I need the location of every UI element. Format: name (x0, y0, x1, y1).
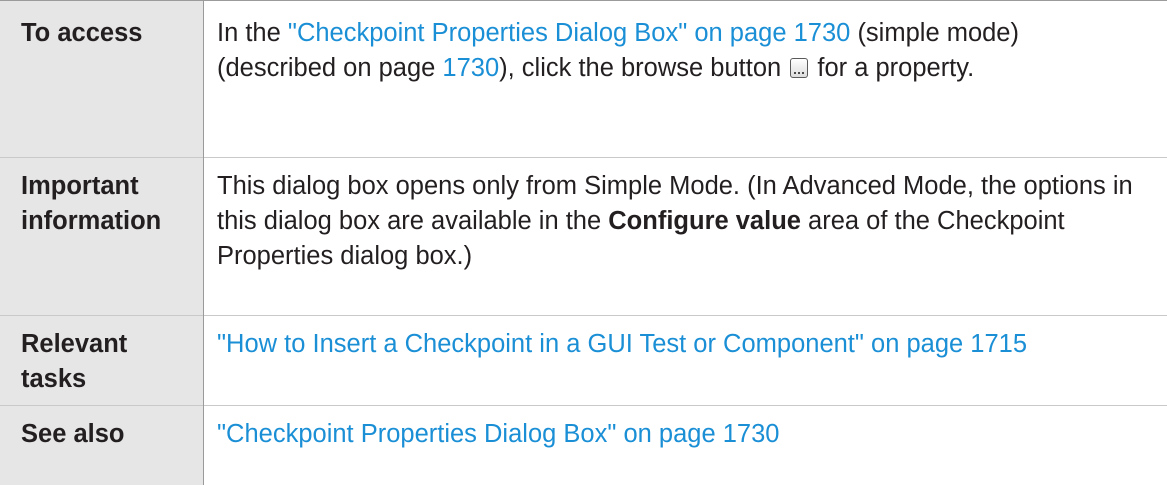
row-description-cell: "Checkpoint Properties Dialog Box" on pa… (204, 406, 1167, 485)
to-access-description: In the "Checkpoint Properties Dialog Box… (204, 1, 1167, 157)
row-label-cell: See also (0, 406, 204, 485)
label-line: Relevant (21, 327, 197, 362)
relevant-tasks-label: Relevant tasks (0, 316, 203, 405)
table-row-see-also: See also "Checkpoint Properties Dialog B… (0, 406, 1167, 485)
to-access-text-4: for a property. (810, 54, 974, 82)
to-access-label: To access (0, 1, 203, 157)
important-information-label: Important information (0, 158, 203, 315)
important-information-description: This dialog box opens only from Simple M… (204, 158, 1167, 315)
relevant-tasks-description: "How to Insert a Checkpoint in a GUI Tes… (204, 316, 1167, 405)
insert-checkpoint-task-link[interactable]: "How to Insert a Checkpoint in a GUI Tes… (217, 330, 1027, 358)
see-also-description: "Checkpoint Properties Dialog Box" on pa… (204, 406, 1167, 485)
table-row-relevant-tasks: Relevant tasks "How to Insert a Checkpoi… (0, 316, 1167, 406)
see-also-label: See also (0, 406, 203, 485)
see-also-checkpoint-properties-link[interactable]: "Checkpoint Properties Dialog Box" on pa… (217, 420, 779, 448)
label-line: information (21, 204, 197, 239)
table-row-to-access: To access In the "Checkpoint Properties … (0, 1, 1167, 158)
row-label-cell: Important information (0, 158, 204, 316)
browse-button-icon (790, 58, 808, 78)
row-label-cell: To access (0, 1, 204, 158)
label-line: Important (21, 169, 197, 204)
page-1730-link[interactable]: 1730 (442, 54, 499, 82)
table-row-important-information: Important information This dialog box op… (0, 158, 1167, 316)
row-description-cell: In the "Checkpoint Properties Dialog Box… (204, 1, 1167, 158)
row-description-cell: This dialog box opens only from Simple M… (204, 158, 1167, 316)
checkpoint-properties-link[interactable]: "Checkpoint Properties Dialog Box" on pa… (288, 19, 850, 47)
row-description-cell: "How to Insert a Checkpoint in a GUI Tes… (204, 316, 1167, 406)
row-label-cell: Relevant tasks (0, 316, 204, 406)
to-access-text-1: In the (217, 19, 288, 47)
to-access-text-3: ), click the browse button (499, 54, 788, 82)
configure-value-term: Configure value (608, 207, 801, 235)
label-line: tasks (21, 362, 197, 397)
info-table: To access In the "Checkpoint Properties … (0, 0, 1167, 485)
